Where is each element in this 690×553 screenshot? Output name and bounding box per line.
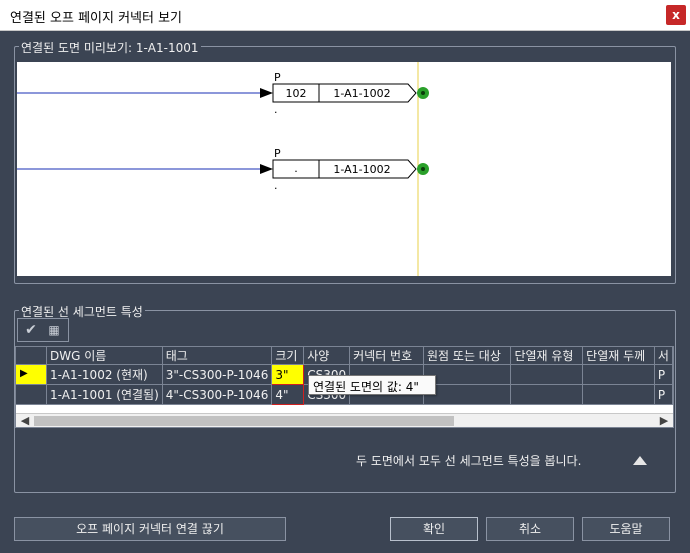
cell-size[interactable]: 3": [271, 364, 305, 385]
cell-tag[interactable]: 3"-CS300-P-1046: [162, 364, 273, 385]
column-header: [16, 347, 48, 365]
column-header-connector[interactable]: 커넥터 번호: [349, 347, 425, 365]
info-text: 두 도면에서 모두 선 세그먼트 특성을 봅니다.: [356, 454, 582, 468]
cell-tag[interactable]: 4"-CS300-P-1046: [162, 384, 273, 405]
connector-2-dot: .: [274, 179, 278, 192]
column-header-dwg[interactable]: DWG 이름: [46, 347, 163, 365]
scroll-right-icon[interactable]: ▶: [656, 414, 672, 427]
column-header-spec[interactable]: 사양: [303, 347, 351, 365]
drawing-preview[interactable]: P . 102 1-A1-1002 P . . 1-A1-1002: [17, 62, 671, 276]
preview-canvas: P . 102 1-A1-1002 P . . 1-A1-1002: [17, 62, 429, 276]
column-header-insulation-type[interactable]: 단열재 유형: [510, 347, 584, 365]
cell-origin[interactable]: [423, 364, 512, 385]
window-title: 연결된 오프 페이지 커넥터 보기: [10, 11, 183, 26]
cancel-button[interactable]: 취소: [486, 517, 574, 541]
column-header-insulation-thickness[interactable]: 단열재 두께: [582, 347, 655, 365]
column-header-size[interactable]: 크기: [271, 347, 305, 365]
flow-arrow-1: [260, 88, 273, 98]
row-pointer-icon: ▶: [20, 368, 28, 379]
cell-size[interactable]: 4": [271, 384, 305, 405]
connector-1-left: 102: [286, 87, 307, 100]
value-tooltip: 연결된 도면의 값: 4": [308, 375, 436, 395]
connector-2-right: 1-A1-1002: [333, 163, 390, 176]
cell-insulation-thickness[interactable]: [582, 384, 655, 405]
cell-insulation-type[interactable]: [510, 364, 584, 385]
column-header-more[interactable]: 서: [654, 347, 673, 365]
horizontal-scrollbar[interactable]: ◀ ▶: [16, 413, 673, 427]
cell-insulation-type[interactable]: [510, 384, 584, 405]
cell-origin[interactable]: [423, 384, 512, 405]
scroll-thumb[interactable]: [34, 416, 454, 426]
column-header-origin[interactable]: 원점 또는 대상: [423, 347, 512, 365]
connector-2-tag: P: [274, 147, 281, 160]
connector-2-left: .: [294, 162, 298, 175]
cell-dwg[interactable]: 1-A1-1001 (연결됨): [46, 384, 163, 405]
preview-group-label: 연결된 도면 미리보기: 1-A1-1001: [19, 39, 201, 56]
column-header-tag[interactable]: 태그: [162, 347, 273, 365]
flow-arrow-2: [260, 164, 273, 174]
cell-dwg[interactable]: 1-A1-1002 (현재): [46, 364, 163, 385]
cell-insulation-thickness[interactable]: [582, 364, 655, 385]
connector-1-right: 1-A1-1002: [333, 87, 390, 100]
connector-1-dot: .: [274, 103, 278, 116]
segment-toolbar: ✔ ▦: [17, 318, 69, 342]
scroll-left-icon[interactable]: ◀: [17, 414, 33, 427]
cell-more[interactable]: P: [654, 384, 673, 405]
title-bar: 연결된 오프 페이지 커넥터 보기 x: [0, 0, 690, 31]
ok-button[interactable]: 확인: [390, 517, 478, 541]
cell-more[interactable]: P: [654, 364, 673, 385]
checkmark-icon[interactable]: ✔: [21, 321, 41, 339]
grid-icon[interactable]: ▦: [44, 321, 64, 339]
connector-1-tag: P: [274, 71, 281, 84]
table-header-row: DWG 이름 태그 크기 사양 커넥터 번호 원점 또는 대상 단열재 유형 단…: [16, 347, 673, 365]
help-button[interactable]: 도움말: [582, 517, 670, 541]
row-indicator-cell[interactable]: ▶: [16, 364, 48, 385]
close-button[interactable]: x: [666, 5, 686, 25]
row-indicator-cell[interactable]: [16, 384, 48, 405]
disconnect-button[interactable]: 오프 페이지 커넥터 연결 끊기: [14, 517, 286, 541]
collapse-up-icon[interactable]: [633, 456, 647, 465]
